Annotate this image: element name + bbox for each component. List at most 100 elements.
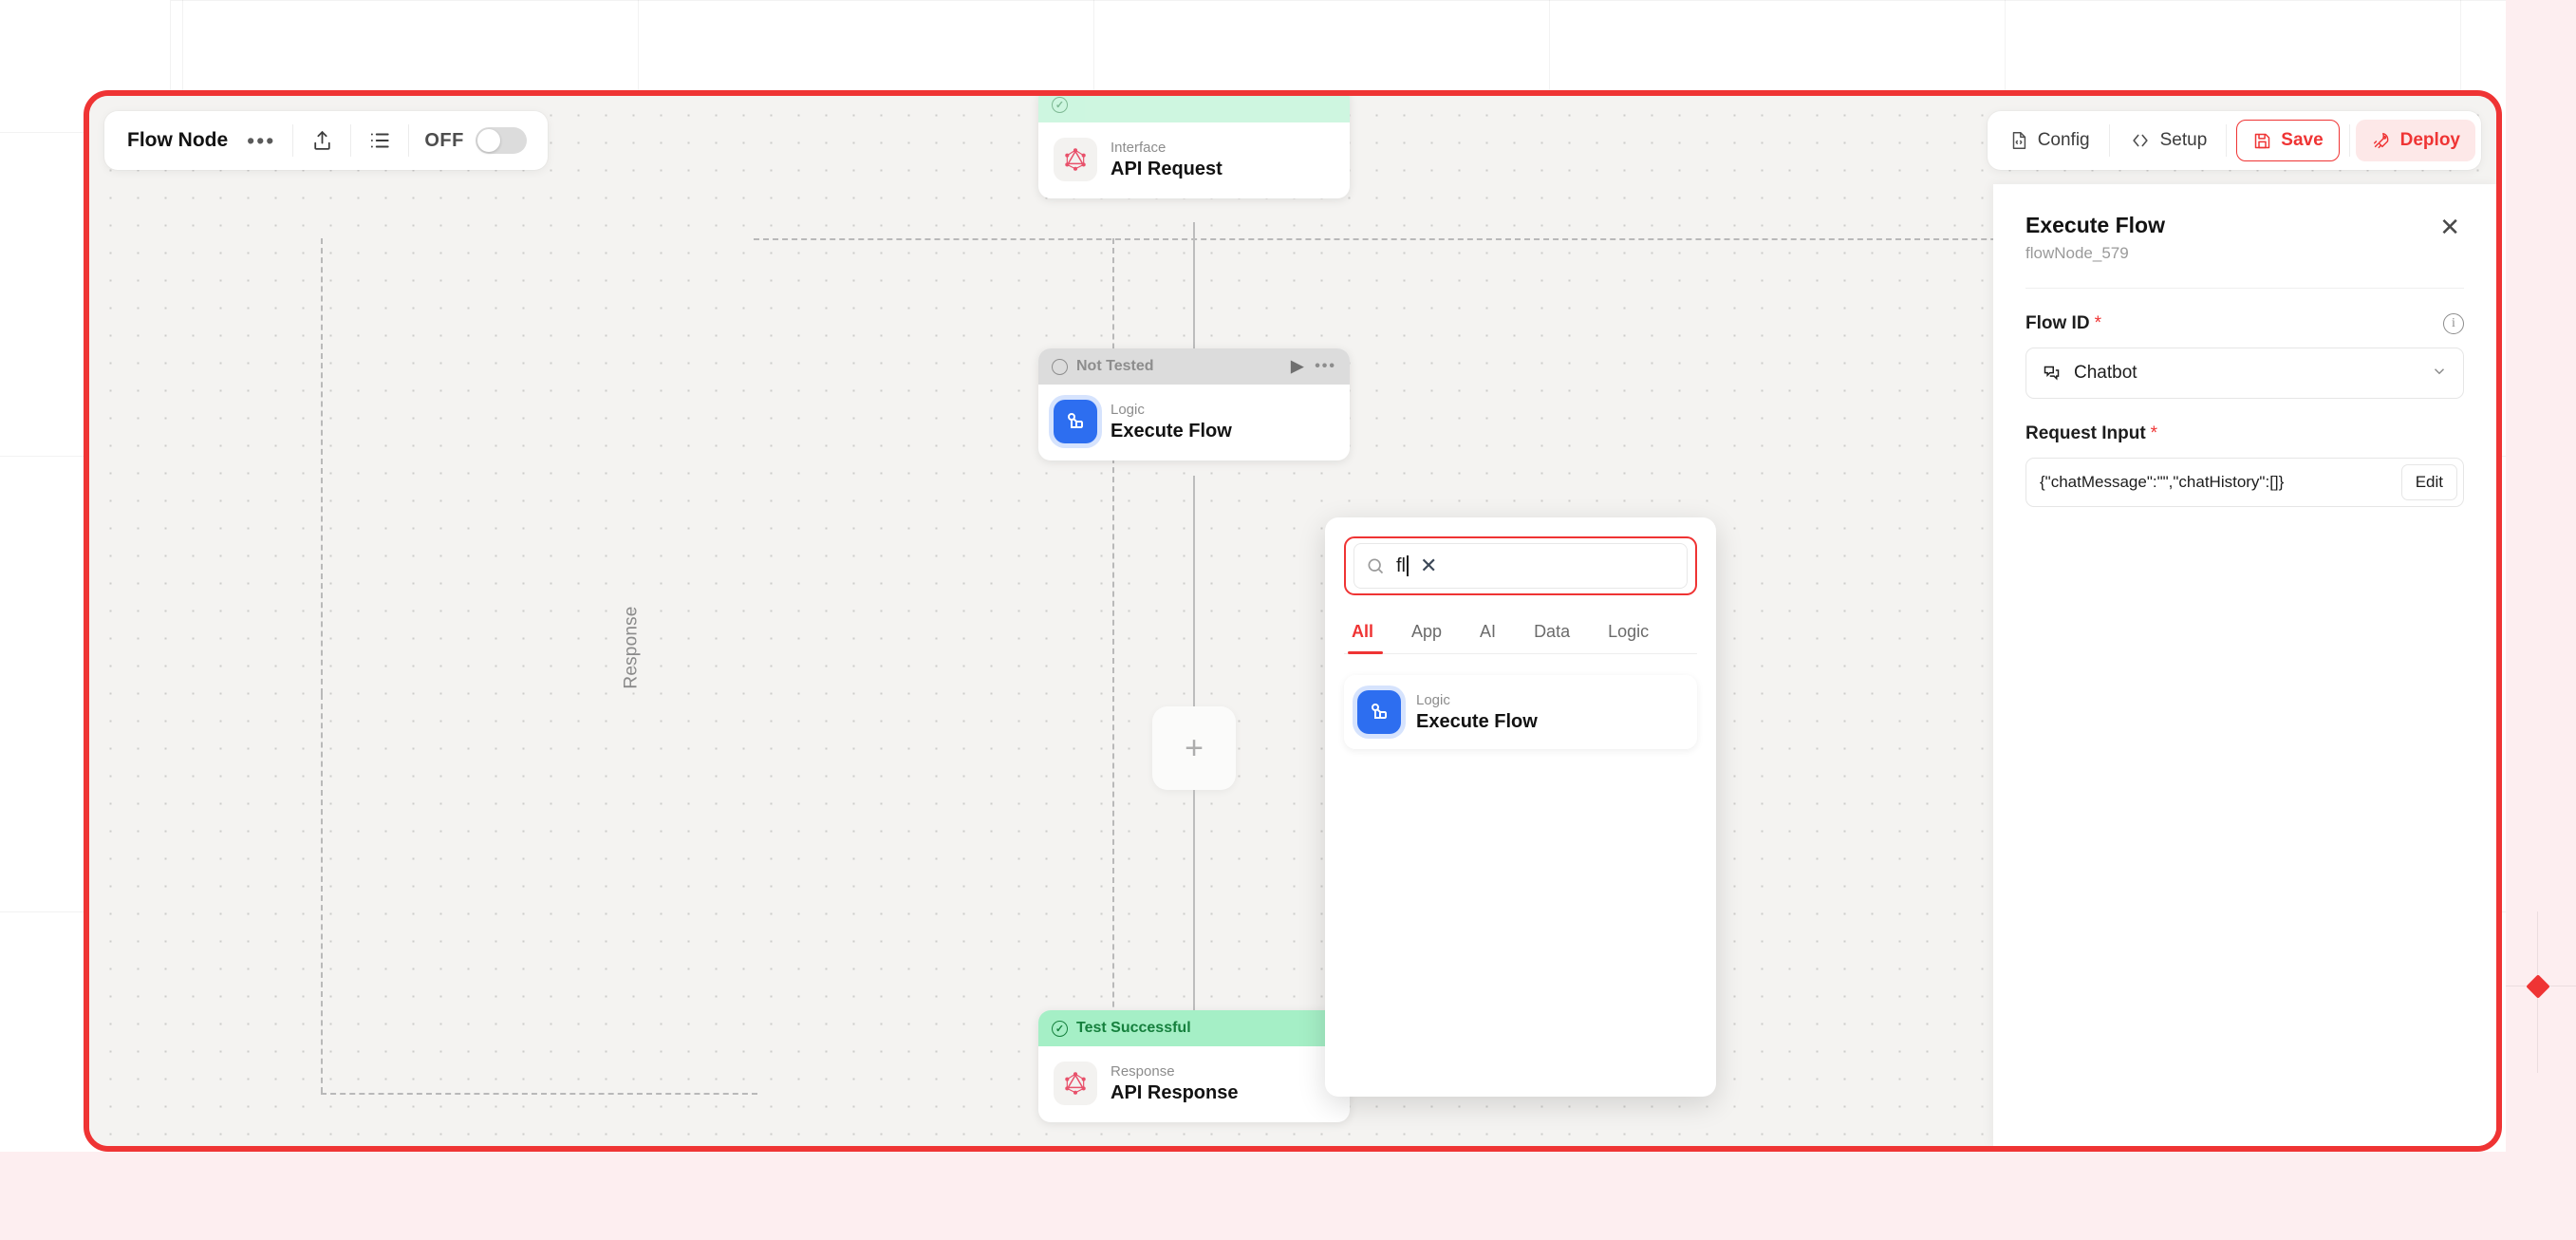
flow-id-value: Chatbot bbox=[2074, 363, 2137, 383]
clear-search-icon[interactable]: ✕ bbox=[1420, 555, 1437, 576]
edit-button[interactable]: Edit bbox=[2400, 464, 2457, 500]
node-text: Response API Response bbox=[1111, 1063, 1238, 1104]
node-search-field[interactable]: fl ✕ bbox=[1353, 543, 1688, 589]
toggle-state-label: OFF bbox=[424, 129, 464, 151]
group-boundary-bottom bbox=[321, 1093, 757, 1095]
field-label-row: Request Input * bbox=[2025, 423, 2464, 444]
divider bbox=[2025, 288, 2464, 289]
tab-app[interactable]: App bbox=[1392, 616, 1461, 653]
node-search-popup: fl ✕ All App AI Data Logic Logic Execute… bbox=[1325, 517, 1716, 1097]
page-title: Execute Flow bbox=[2025, 213, 2165, 237]
node-status-bar: ✓ bbox=[1038, 96, 1350, 122]
node-status-label: Not Tested bbox=[1076, 358, 1154, 374]
deploy-label: Deploy bbox=[2399, 130, 2460, 150]
node-text: Logic Execute Flow bbox=[1111, 402, 1232, 442]
request-input-row[interactable]: {"chatMessage":"","chatHistory":[]} Edit bbox=[2025, 458, 2464, 507]
text-caret bbox=[1407, 555, 1409, 576]
divider bbox=[350, 124, 352, 157]
search-value-text: fl bbox=[1396, 554, 1406, 576]
panel-heading-text: Execute Flow flowNode_579 bbox=[2025, 213, 2165, 263]
result-title: Execute Flow bbox=[1416, 710, 1538, 732]
config-file-icon bbox=[2008, 130, 2029, 151]
node-execute-flow[interactable]: Not Tested ▶ ••• Logic Execute Flow bbox=[1038, 348, 1350, 460]
flow-more-button[interactable]: ••• bbox=[233, 128, 289, 154]
node-id-label: flowNode_579 bbox=[2025, 244, 2129, 262]
node-body: Logic Execute Flow bbox=[1038, 385, 1350, 460]
tab-ai[interactable]: AI bbox=[1461, 616, 1515, 653]
field-flow-id: Flow ID * i Chatbot bbox=[2025, 313, 2464, 399]
info-icon[interactable]: i bbox=[2443, 313, 2464, 334]
field-request-input: Request Input * {"chatMessage":"","chatH… bbox=[2025, 423, 2464, 507]
app-root: Response ✓ Interface API Request Not Tes… bbox=[0, 0, 2576, 1240]
list-icon[interactable] bbox=[355, 120, 404, 161]
field-label-row: Flow ID * i bbox=[2025, 313, 2464, 334]
graphql-icon bbox=[1054, 138, 1097, 181]
save-label: Save bbox=[2281, 130, 2324, 150]
flow-id-select[interactable]: Chatbot bbox=[2025, 348, 2464, 399]
field-label: Flow ID bbox=[2025, 313, 2090, 333]
request-input-value: {"chatMessage":"","chatHistory":[]} bbox=[2040, 473, 2285, 491]
node-more-button[interactable]: ••• bbox=[1315, 358, 1336, 375]
search-input-value[interactable]: fl bbox=[1396, 555, 1409, 577]
execute-flow-icon bbox=[1357, 690, 1401, 734]
flow-enable-toggle[interactable] bbox=[475, 127, 527, 154]
divider bbox=[408, 124, 410, 157]
node-category-tabs: All App AI Data Logic bbox=[1344, 616, 1697, 654]
tab-data[interactable]: Data bbox=[1515, 616, 1589, 653]
group-boundary-left-lower bbox=[321, 694, 323, 1093]
divider bbox=[2348, 124, 2350, 157]
config-button[interactable]: Config bbox=[1993, 120, 2105, 161]
flow-toolbar-left: Flow Node ••• OFF bbox=[104, 111, 548, 170]
status-pending-icon bbox=[1052, 358, 1068, 375]
background-tint-bottom bbox=[0, 1152, 2576, 1240]
node-title: API Response bbox=[1111, 1081, 1239, 1103]
divider bbox=[2226, 124, 2228, 157]
node-body: Response API Response bbox=[1038, 1046, 1350, 1122]
node-category: Response bbox=[1111, 1062, 1175, 1080]
search-icon bbox=[1366, 556, 1385, 575]
node-search-results: Logic Execute Flow bbox=[1344, 675, 1697, 749]
add-node-placeholder[interactable]: + bbox=[1152, 706, 1236, 790]
response-lane-label: Response bbox=[621, 606, 642, 689]
setup-button[interactable]: Setup bbox=[2114, 120, 2223, 161]
panel-header: Execute Flow flowNode_579 ✕ bbox=[2025, 213, 2464, 263]
plus-glyph: + bbox=[1185, 730, 1204, 766]
node-text: Interface API Request bbox=[1111, 140, 1223, 180]
node-search-field-highlight: fl ✕ bbox=[1344, 536, 1697, 595]
required-marker: * bbox=[2094, 313, 2101, 333]
field-label: Request Input bbox=[2025, 423, 2146, 443]
highlighted-flow-editor: Response ✓ Interface API Request Not Tes… bbox=[84, 90, 2502, 1152]
tab-all[interactable]: All bbox=[1344, 616, 1392, 654]
execute-flow-icon bbox=[1054, 400, 1097, 443]
code-brackets-icon bbox=[2129, 130, 2152, 151]
result-category: Logic bbox=[1416, 691, 1450, 708]
node-body: Interface API Request bbox=[1038, 122, 1350, 198]
run-node-button[interactable]: ▶ bbox=[1291, 357, 1303, 376]
node-api-response[interactable]: ✓ Test Successful Response API Response bbox=[1038, 1010, 1350, 1122]
status-actions: ▶ ••• bbox=[1291, 357, 1336, 376]
save-button[interactable]: Save bbox=[2236, 120, 2340, 161]
save-disk-icon bbox=[2252, 131, 2272, 151]
node-status-label: Test Successful bbox=[1076, 1020, 1191, 1036]
tab-logic[interactable]: Logic bbox=[1589, 616, 1668, 653]
required-marker: * bbox=[2150, 423, 2158, 443]
result-text: Logic Execute Flow bbox=[1416, 692, 1538, 733]
flow-toolbar-right: Config Setup Save Deploy bbox=[1987, 111, 2481, 170]
status-check-icon: ✓ bbox=[1052, 1020, 1068, 1037]
toggle-knob bbox=[476, 129, 500, 152]
node-status-bar: Not Tested ▶ ••• bbox=[1038, 348, 1350, 385]
background-tint-right bbox=[2506, 0, 2576, 1240]
list-item[interactable]: Logic Execute Flow bbox=[1344, 675, 1697, 749]
chevron-down-icon bbox=[2431, 363, 2448, 385]
node-category: Interface bbox=[1111, 139, 1167, 156]
share-upload-icon[interactable] bbox=[297, 120, 346, 161]
divider bbox=[2108, 124, 2110, 157]
config-label: Config bbox=[2037, 130, 2090, 150]
deploy-button[interactable]: Deploy bbox=[2355, 120, 2475, 161]
flow-node-title: Flow Node bbox=[127, 129, 229, 151]
graphql-icon bbox=[1054, 1062, 1097, 1105]
setup-label: Setup bbox=[2159, 130, 2208, 150]
node-api-request[interactable]: ✓ Interface API Request bbox=[1038, 96, 1350, 198]
node-status-bar: ✓ Test Successful bbox=[1038, 1010, 1350, 1046]
close-icon[interactable]: ✕ bbox=[2436, 213, 2464, 241]
